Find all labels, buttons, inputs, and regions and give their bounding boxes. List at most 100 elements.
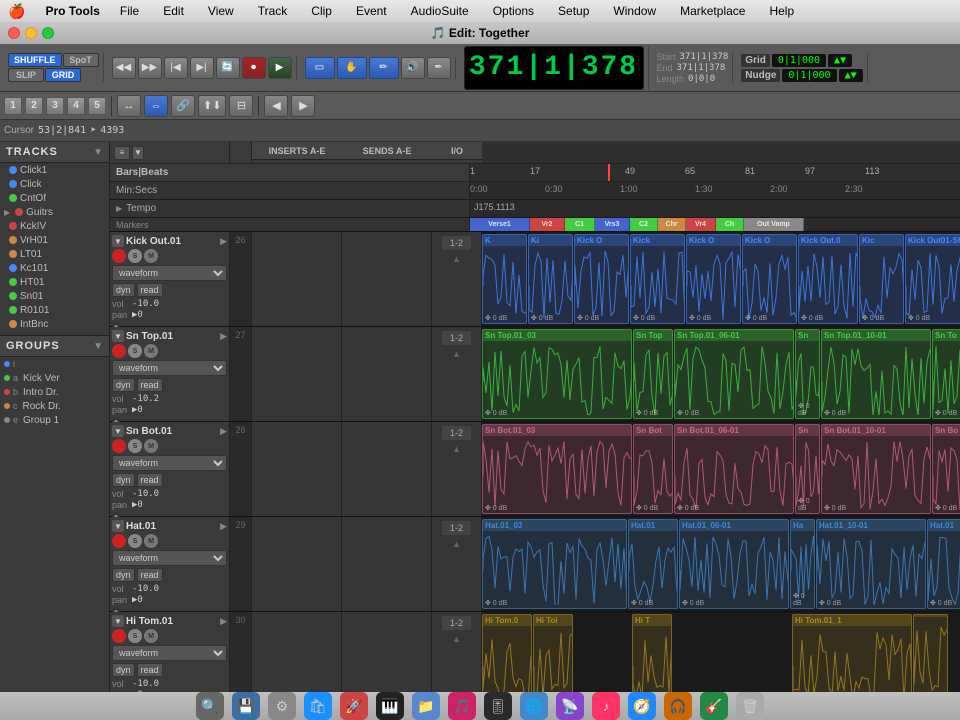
dock-trash[interactable]: 🗑: [736, 692, 764, 720]
rewind-button[interactable]: ◀◀: [112, 57, 136, 79]
menu-view[interactable]: View: [204, 2, 238, 20]
num-btn-1[interactable]: 1: [4, 97, 22, 115]
maximize-button[interactable]: [42, 27, 54, 39]
pencil-tool[interactable]: ✏: [369, 57, 399, 79]
groups-list-item-3[interactable]: c Rock Dr.: [0, 399, 109, 413]
clip-area-3[interactable]: Hat.01_03✤ 0 dBHat.01✤ 0 dBHat.01_06-01✤…: [482, 517, 960, 611]
dock-folder[interactable]: 📁: [412, 692, 440, 720]
zoom-out-button[interactable]: ↔: [117, 95, 141, 117]
clip-3-2[interactable]: Hat.01_06-01✤ 0 dB: [679, 519, 789, 609]
mute-btn-3[interactable]: M: [144, 534, 158, 548]
arrow-down-icon[interactable]: ▼: [132, 146, 144, 160]
tracks-list-item-8[interactable]: HT01: [0, 275, 109, 289]
marker-seg-7[interactable]: Ch: [716, 218, 744, 231]
zoom-in-button[interactable]: ⇔: [144, 95, 168, 117]
rec-btn-0[interactable]: [112, 249, 126, 263]
waveform-select-4[interactable]: waveform: [112, 645, 227, 661]
clip-0-4[interactable]: Kick O✤ 0 dB: [686, 234, 741, 324]
clip-1-0[interactable]: Sn Top.01_03✤ 0 dB: [482, 329, 632, 419]
dock-appstore[interactable]: 🛍: [304, 692, 332, 720]
fast-forward-button[interactable]: ▶▶: [138, 57, 162, 79]
dyn-btn-0[interactable]: dyn: [112, 283, 135, 297]
clip-3-3[interactable]: Ha✤ 0 dB: [790, 519, 815, 609]
column-toggle[interactable]: ≡: [114, 146, 130, 160]
clip-area-2[interactable]: Sn Bot.01_03✤ 0 dBSn Bot✤ 0 dBSn Bot.01_…: [482, 422, 960, 516]
spot-button[interactable]: SpoT: [63, 53, 99, 67]
clip-0-6[interactable]: Kick Out.0✤ 0 dB: [798, 234, 858, 324]
menu-help[interactable]: Help: [765, 2, 798, 20]
marker-seg-5[interactable]: Chr: [658, 218, 686, 231]
menu-edit[interactable]: Edit: [159, 2, 188, 20]
groups-list-item-0[interactable]: i: [0, 357, 109, 371]
read-btn-1[interactable]: read: [137, 378, 163, 392]
mute-btn-0[interactable]: M: [144, 249, 158, 263]
pen-tool[interactable]: ✒: [427, 57, 451, 79]
clip-2-5[interactable]: Sn Bo✤ 0 dB: [932, 424, 960, 514]
speaker-tool[interactable]: 🔊: [401, 57, 425, 79]
tempo-expand-icon[interactable]: ▶: [116, 204, 122, 213]
io-value-4[interactable]: 1-2: [442, 616, 471, 630]
clip-2-3[interactable]: Sn✤ 0 dB: [795, 424, 820, 514]
apple-menu[interactable]: 🍎: [8, 3, 25, 20]
groups-list-item-2[interactable]: b Intro Dr.: [0, 385, 109, 399]
clip-1-4[interactable]: Sn Top.01_10-01✤ 0 dB: [821, 329, 931, 419]
dyn-btn-2[interactable]: dyn: [112, 473, 135, 487]
track-collapse-btn-3[interactable]: ▼: [112, 520, 124, 532]
waveform-select-1[interactable]: waveform: [112, 360, 227, 376]
num-btn-5[interactable]: 5: [88, 97, 106, 115]
dyn-btn-1[interactable]: dyn: [112, 378, 135, 392]
dock-music[interactable]: 🎵: [448, 692, 476, 720]
dock-settings[interactable]: ⚙: [268, 692, 296, 720]
clip-1-1[interactable]: Sn Top✤ 0 dB: [633, 329, 673, 419]
menu-file[interactable]: File: [116, 2, 143, 20]
tracks-list-item-0[interactable]: Click1: [0, 163, 109, 177]
clip-1-5[interactable]: Sn To✤ 0 dB: [932, 329, 960, 419]
rec-btn-1[interactable]: [112, 344, 126, 358]
track-collapse-btn-0[interactable]: ▼: [112, 235, 124, 247]
next-button[interactable]: ▶: [291, 95, 315, 117]
menu-options[interactable]: Options: [489, 2, 538, 20]
prev-button[interactable]: ◀: [264, 95, 288, 117]
menu-marketplace[interactable]: Marketplace: [676, 2, 749, 20]
marker-seg-1[interactable]: Vr2: [530, 218, 565, 231]
goto-start-button[interactable]: |◀: [164, 57, 188, 79]
tracks-list-item-2[interactable]: CntOf: [0, 191, 109, 205]
clip-4-3[interactable]: Hi Tom.01_1✤ 0 dB: [792, 614, 912, 698]
clip-0-3[interactable]: Kick✤ 0 dB: [630, 234, 685, 324]
marker-seg-8[interactable]: Out Vamp: [744, 218, 804, 231]
read-btn-0[interactable]: read: [137, 283, 163, 297]
dock-itunes[interactable]: ♪: [592, 692, 620, 720]
close-button[interactable]: [8, 27, 20, 39]
clip-1-2[interactable]: Sn Top.01_06-01✤ 0 dB: [674, 329, 794, 419]
solo-btn-0[interactable]: S: [128, 249, 142, 263]
solo-btn-4[interactable]: S: [128, 629, 142, 643]
track-collapse-btn-1[interactable]: ▼: [112, 330, 124, 342]
read-btn-3[interactable]: read: [137, 568, 163, 582]
menu-audiosuite[interactable]: AudioSuite: [407, 2, 473, 20]
grid-button[interactable]: GRID: [45, 68, 81, 82]
dock-guitar[interactable]: 🎸: [700, 692, 728, 720]
menu-setup[interactable]: Setup: [554, 2, 593, 20]
marker-seg-3[interactable]: Vrs3: [595, 218, 630, 231]
clip-0-5[interactable]: Kick O✤ 0 dB: [742, 234, 797, 324]
tracks-list-item-9[interactable]: Sn01: [0, 289, 109, 303]
dock-globe[interactable]: 🌐: [520, 692, 548, 720]
menu-window[interactable]: Window: [609, 2, 660, 20]
clip-4-2[interactable]: Hi T✤ 0 dB: [632, 614, 672, 698]
clip-3-1[interactable]: Hat.01✤ 0 dB: [628, 519, 678, 609]
dyn-btn-4[interactable]: dyn: [112, 663, 135, 677]
groups-collapse-icon[interactable]: ▼: [93, 341, 103, 352]
marker-seg-4[interactable]: C2: [630, 218, 658, 231]
clip-1-3[interactable]: Sn✤ 0 dB: [795, 329, 820, 419]
expand-tracks-button[interactable]: ⬆⬇: [198, 95, 226, 117]
marker-seg-6[interactable]: Vr4: [686, 218, 716, 231]
solo-btn-2[interactable]: S: [128, 439, 142, 453]
num-btn-3[interactable]: 3: [46, 97, 64, 115]
io-value-1[interactable]: 1-2: [442, 331, 471, 345]
clip-2-4[interactable]: Sn Bot.01_10-01✤ 0 dB: [821, 424, 931, 514]
mute-btn-4[interactable]: M: [144, 629, 158, 643]
minimize-button[interactable]: [25, 27, 37, 39]
clip-0-7[interactable]: Kic✤ 0 dB: [859, 234, 904, 324]
link-timeline-button[interactable]: 🔗: [171, 95, 195, 117]
tracks-list-item-7[interactable]: Kc101: [0, 261, 109, 275]
